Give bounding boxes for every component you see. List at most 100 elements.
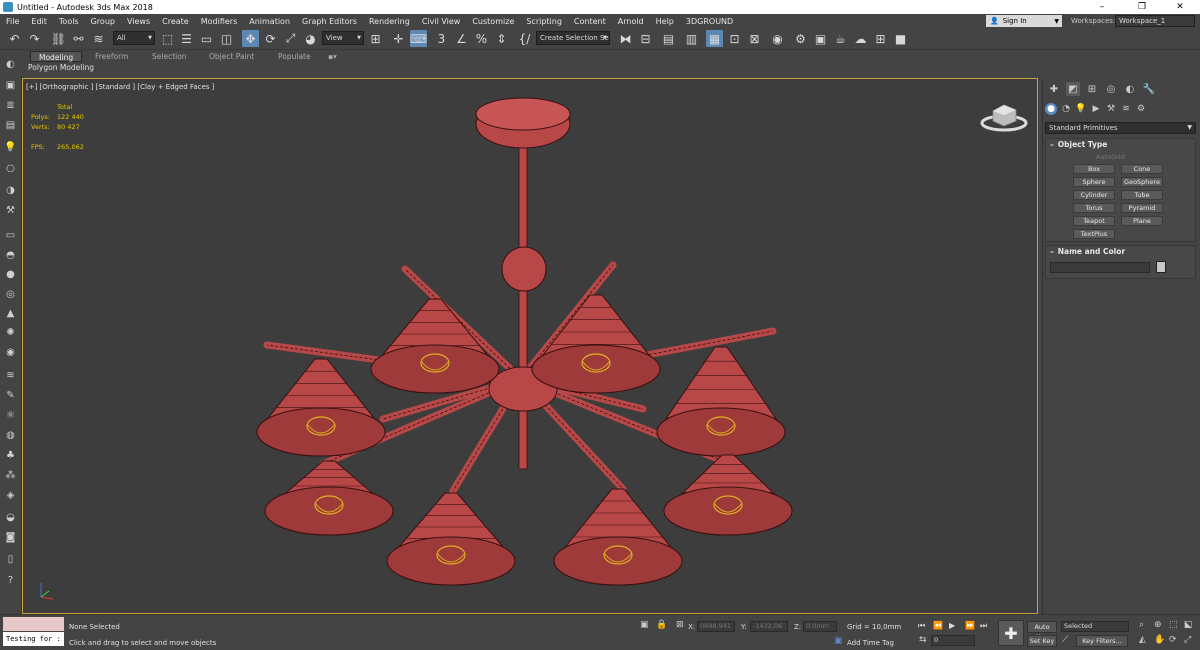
tab-selection[interactable]: Selection [144, 51, 195, 62]
snaps-toggle-icon[interactable]: 3 [433, 30, 450, 47]
time-tag-icon[interactable]: ▣ [834, 636, 843, 646]
spinner-snap-icon[interactable]: ⇕ [493, 30, 510, 47]
sphere-button[interactable]: Sphere [1073, 177, 1115, 187]
field-of-view-icon[interactable]: ◭ [1139, 635, 1146, 645]
mirror-icon[interactable]: ⧓ [617, 30, 634, 47]
space-warps-icon[interactable]: ≋ [1120, 103, 1132, 115]
panel-icon[interactable]: ▯ [3, 552, 18, 567]
pan-view-icon[interactable]: ✋ [1154, 635, 1165, 645]
x-coordinate-field[interactable]: 0698,941 [697, 621, 735, 632]
maximize-viewport-icon[interactable]: ⤢ [1184, 635, 1191, 645]
sun-icon[interactable]: ✺ [3, 325, 18, 340]
manipulate-icon[interactable]: ✛ [390, 30, 407, 47]
pyramid-button[interactable]: Pyramid [1121, 203, 1163, 213]
render-grid-icon[interactable]: ⊞ [872, 30, 889, 47]
torus-button[interactable]: Torus [1073, 203, 1115, 213]
torus-icon[interactable]: ◎ [3, 287, 18, 302]
edit-named-sets-icon[interactable]: {/ [516, 30, 533, 47]
minimize-button[interactable]: – [1082, 0, 1122, 14]
menu-create[interactable]: Create [156, 17, 195, 26]
unlink-icon[interactable]: ⚯ [70, 30, 87, 47]
select-rotate-icon[interactable]: ⟳ [262, 30, 279, 47]
y-coordinate-field[interactable]: -1432,06 [750, 621, 788, 632]
workspace-icon[interactable]: ◐ [3, 57, 18, 72]
keyboard-shortcut-icon[interactable]: ⌨ [410, 30, 427, 47]
select-place-icon[interactable]: ◕ [302, 30, 319, 47]
redo-icon[interactable]: ↷ [26, 30, 43, 47]
zoom-extents-icon[interactable]: ⬚ [1169, 620, 1178, 630]
helpers-icon[interactable]: ⚒ [1105, 103, 1117, 115]
ribbon-panel-title[interactable]: Polygon Modeling [28, 63, 94, 72]
menu-content[interactable]: Content [568, 17, 612, 26]
cone-button[interactable]: Cone [1121, 164, 1163, 174]
scene-explorer-icon[interactable]: ▣ [3, 78, 18, 93]
z-coordinate-field[interactable]: 0,0mm [803, 621, 837, 632]
shapes-icon[interactable]: ◔ [1060, 103, 1072, 115]
menu-arnold[interactable]: Arnold [612, 17, 650, 26]
help-icon[interactable]: ? [3, 573, 18, 588]
material-editor-icon[interactable]: ◉ [769, 30, 786, 47]
add-time-tag-button[interactable]: Add Time Tag [847, 639, 894, 647]
maximize-button[interactable]: ❐ [1122, 0, 1162, 14]
ribbon-options-icon[interactable]: ▪▾ [320, 51, 345, 62]
current-frame-field[interactable]: 0 [931, 635, 975, 646]
window-crossing-icon[interactable]: ◫ [218, 30, 235, 47]
maxscript-input[interactable]: Testing for : [3, 632, 64, 646]
plane-button[interactable]: Plane [1121, 216, 1163, 226]
create-tab-icon[interactable]: ✚ [1047, 82, 1061, 96]
globe-icon[interactable]: ◍ [3, 428, 18, 443]
box-button[interactable]: Box [1073, 164, 1115, 174]
key-mode-toggle-icon[interactable]: ⇆ [919, 635, 927, 645]
zoom-all-icon[interactable]: ⊕ [1154, 620, 1162, 630]
dome-icon[interactable]: ◓ [3, 248, 18, 263]
viewport-label-menu[interactable]: [+] [Orthographic ] [Standard ] [Clay + … [26, 83, 214, 91]
tree-icon[interactable]: ♣ [3, 448, 18, 463]
sphere-icon[interactable]: ● [3, 267, 18, 282]
select-object-icon[interactable]: ⬚ [159, 30, 176, 47]
pivot-center-icon[interactable]: ⊞ [367, 30, 384, 47]
scene-explorer-icon[interactable]: ▤ [660, 30, 677, 47]
viewcube-icon[interactable] [979, 97, 1029, 137]
play-icon[interactable]: ▶ [949, 621, 955, 630]
key-filters-button[interactable]: Key Filters... [1076, 635, 1128, 647]
menu-customize[interactable]: Customize [466, 17, 520, 26]
rect-selection-icon[interactable]: ▭ [198, 30, 215, 47]
list-icon[interactable]: ≣ [3, 98, 18, 113]
percent-snap-icon[interactable]: % [473, 30, 490, 47]
isolate-selection-icon[interactable]: ▣ [640, 620, 649, 630]
menu-graph-editors[interactable]: Graph Editors [296, 17, 363, 26]
utilities-icon[interactable]: ⚒ [3, 203, 18, 218]
tab-freeform[interactable]: Freeform [87, 51, 136, 62]
layer-explorer-icon[interactable]: ▥ [683, 30, 700, 47]
schematic-view-icon[interactable]: ⊠ [746, 30, 763, 47]
render-production-icon[interactable]: ☕ [832, 30, 849, 47]
selection-set-dropdown[interactable]: Create Selection Se ▼ [536, 31, 610, 45]
bind-space-warp-icon[interactable]: ≋ [90, 30, 107, 47]
object-name-input[interactable] [1050, 262, 1150, 273]
default-in-out-tangents-icon[interactable]: ⟋ [1062, 635, 1068, 645]
undo-icon[interactable]: ↶ [6, 30, 23, 47]
sign-in-dropdown[interactable]: 👤 Sign In ▼ [986, 15, 1062, 27]
menu-civil-view[interactable]: Civil View [416, 17, 467, 26]
display-tab-icon[interactable]: ◐ [1123, 82, 1137, 96]
go-to-start-icon[interactable]: ⏮ [918, 621, 925, 631]
hierarchy-tab-icon[interactable]: ⊞ [1085, 82, 1099, 96]
selection-lock-icon[interactable]: 🔒 [656, 620, 667, 630]
orbit-icon[interactable]: ⟳ [1169, 635, 1177, 645]
menu-views[interactable]: Views [121, 17, 156, 26]
menu-3dground[interactable]: 3DGROUND [680, 17, 739, 26]
menu-scripting[interactable]: Scripting [520, 17, 568, 26]
ribbon-toggle-icon[interactable]: ▦ [706, 30, 723, 47]
object-type-header[interactable]: – Object Type [1046, 139, 1195, 151]
set-key-button[interactable]: Set Key [1027, 635, 1057, 647]
utilities-tab-icon[interactable]: 🔧 [1142, 82, 1156, 96]
set-keys-icon[interactable]: ✚ [998, 620, 1024, 646]
display-icon[interactable]: ◑ [3, 183, 18, 198]
particle-icon[interactable]: ⁂ [3, 468, 18, 483]
workspace-select[interactable]: Workspace_1 [1115, 15, 1195, 27]
primitive-category-dropdown[interactable]: Standard Primitives ▼ [1045, 122, 1196, 134]
align-icon[interactable]: ⊟ [637, 30, 654, 47]
light-bulb-icon[interactable]: 💡 [3, 140, 18, 155]
tab-modeling[interactable]: Modeling [30, 51, 83, 62]
tube-button[interactable]: Tube [1121, 190, 1163, 200]
